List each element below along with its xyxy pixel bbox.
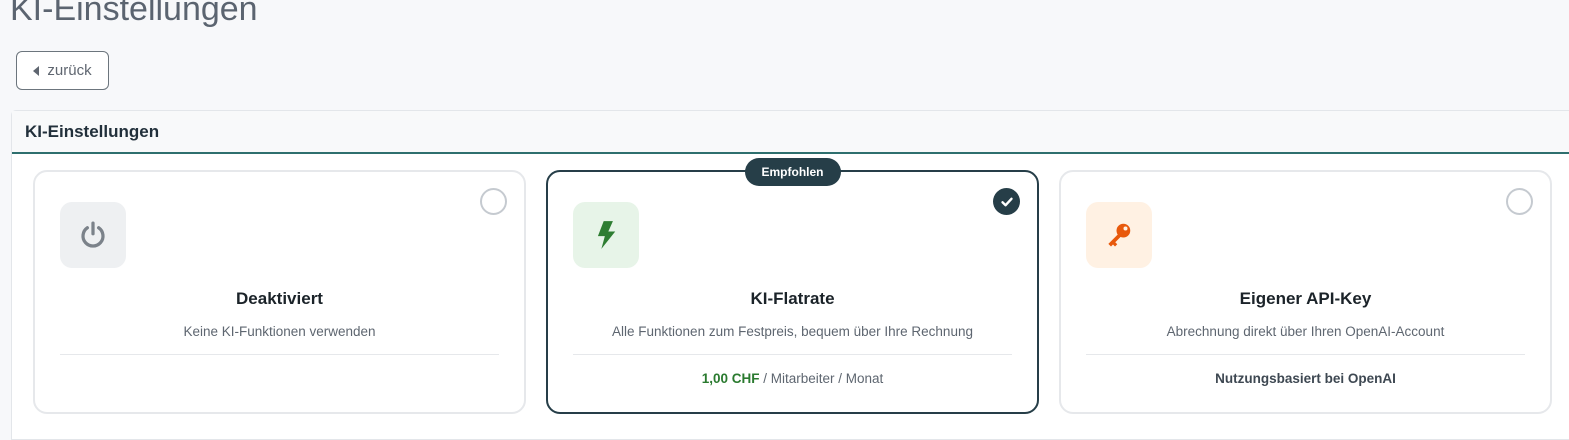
power-icon (81, 221, 105, 248)
option-card-flatrate[interactable]: Empfohlen KI-Flatrate Alle Funktionen zu… (546, 158, 1039, 414)
caret-left-icon (33, 65, 40, 76)
option-radio[interactable] (480, 188, 507, 215)
option-title: Eigener API-Key (1239, 289, 1372, 308)
divider (573, 354, 1012, 355)
option-title: Deaktiviert (236, 289, 323, 308)
option-icon-box (573, 202, 639, 268)
back-button[interactable]: zurück (16, 51, 109, 90)
option-price: 1,00 CHF / Mitarbeiter / Monat (548, 371, 1037, 386)
option-icon-box (60, 202, 126, 268)
option-title: KI-Flatrate (750, 289, 835, 308)
option-radio-checked[interactable] (993, 188, 1020, 215)
option-icon-box (1086, 202, 1152, 268)
option-description: Abrechnung direkt über Ihren OpenAI-Acco… (1166, 324, 1445, 339)
price-unit: / Mitarbeiter / Monat (763, 371, 884, 386)
page-title: KI-Einstellungen (10, 0, 258, 28)
ai-settings-panel: KI-Einstellungen Deaktiviert Keine KI-Fu… (11, 110, 1569, 440)
back-button-label: zurück (47, 62, 92, 79)
pricing-note: Nutzungsbasiert bei OpenAI (1215, 371, 1396, 386)
divider (60, 354, 499, 355)
check-icon (1000, 197, 1013, 206)
panel-title: KI-Einstellungen (25, 121, 160, 141)
option-card-api-key[interactable]: Eigener API-Key Abrechnung direkt über I… (1059, 170, 1552, 414)
key-icon (1108, 223, 1131, 247)
bolt-icon (597, 221, 616, 249)
divider (1086, 354, 1525, 355)
option-pricing-note: Nutzungsbasiert bei OpenAI (1061, 371, 1550, 386)
option-radio[interactable] (1506, 188, 1533, 215)
option-description: Alle Funktionen zum Festpreis, bequem üb… (612, 324, 973, 339)
panel-header: KI-Einstellungen (12, 111, 1569, 154)
recommended-badge: Empfohlen (744, 158, 841, 186)
price-amount: 1,00 CHF (701, 371, 760, 386)
option-card-disabled[interactable]: Deaktiviert Keine KI-Funktionen verwende… (33, 170, 526, 414)
option-description: Keine KI-Funktionen verwenden (183, 324, 376, 339)
